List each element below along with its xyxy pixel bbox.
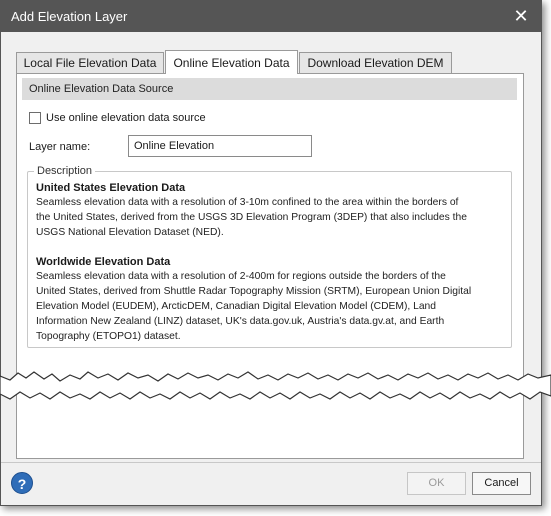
description-legend: Description [34, 165, 96, 178]
dialog-title: Add Elevation Layer [11, 9, 128, 24]
ok-button[interactable]: OK [407, 472, 466, 495]
use-online-source-checkbox[interactable] [29, 112, 41, 124]
us-elevation-description: United States Elevation Data Seamless el… [36, 181, 506, 240]
description-line: Topography (ETOPO1) dataset. [36, 331, 181, 342]
footer-divider [1, 462, 541, 463]
worldwide-elevation-title: Worldwide Elevation Data [36, 256, 171, 268]
tab-download-elevation-dem[interactable]: Download Elevation DEM [299, 52, 452, 73]
layer-name-label: Layer name: [29, 141, 91, 153]
close-icon[interactable]: ✕ [511, 5, 531, 27]
description-line: Information New Zealand (LINZ) dataset, … [36, 316, 445, 327]
description-line: Elevation Model (EUDEM), ArcticDEM, Cana… [36, 301, 437, 312]
cancel-button[interactable]: Cancel [472, 472, 531, 495]
description-line: United States, derived from Shuttle Rada… [36, 286, 472, 297]
us-elevation-title: United States Elevation Data [36, 182, 186, 194]
description-line: USGS National Elevation Dataset (NED). [36, 227, 224, 238]
description-line: the United States, derived from the USGS… [36, 212, 467, 223]
tab-strip: Local File Elevation Data Online Elevati… [16, 50, 536, 74]
description-line: Seamless elevation data with a resolutio… [36, 271, 446, 282]
description-line: Seamless elevation data with a resolutio… [36, 197, 459, 208]
layer-name-input[interactable] [128, 135, 312, 157]
torn-edge-divider [0, 371, 551, 400]
help-icon[interactable]: ? [11, 472, 33, 494]
section-header: Online Elevation Data Source [22, 78, 517, 100]
tab-online-elevation-data[interactable]: Online Elevation Data [165, 50, 298, 74]
use-online-source-label[interactable]: Use online elevation data source [46, 112, 206, 125]
add-elevation-layer-dialog: Add Elevation Layer ✕ Local File Elevati… [0, 0, 542, 506]
worldwide-elevation-description: Worldwide Elevation Data Seamless elevat… [36, 255, 506, 344]
description-groupbox: Description United States Elevation Data… [27, 165, 512, 348]
tab-local-file-elevation-data[interactable]: Local File Elevation Data [16, 52, 164, 73]
title-bar: Add Elevation Layer ✕ [1, 1, 541, 32]
